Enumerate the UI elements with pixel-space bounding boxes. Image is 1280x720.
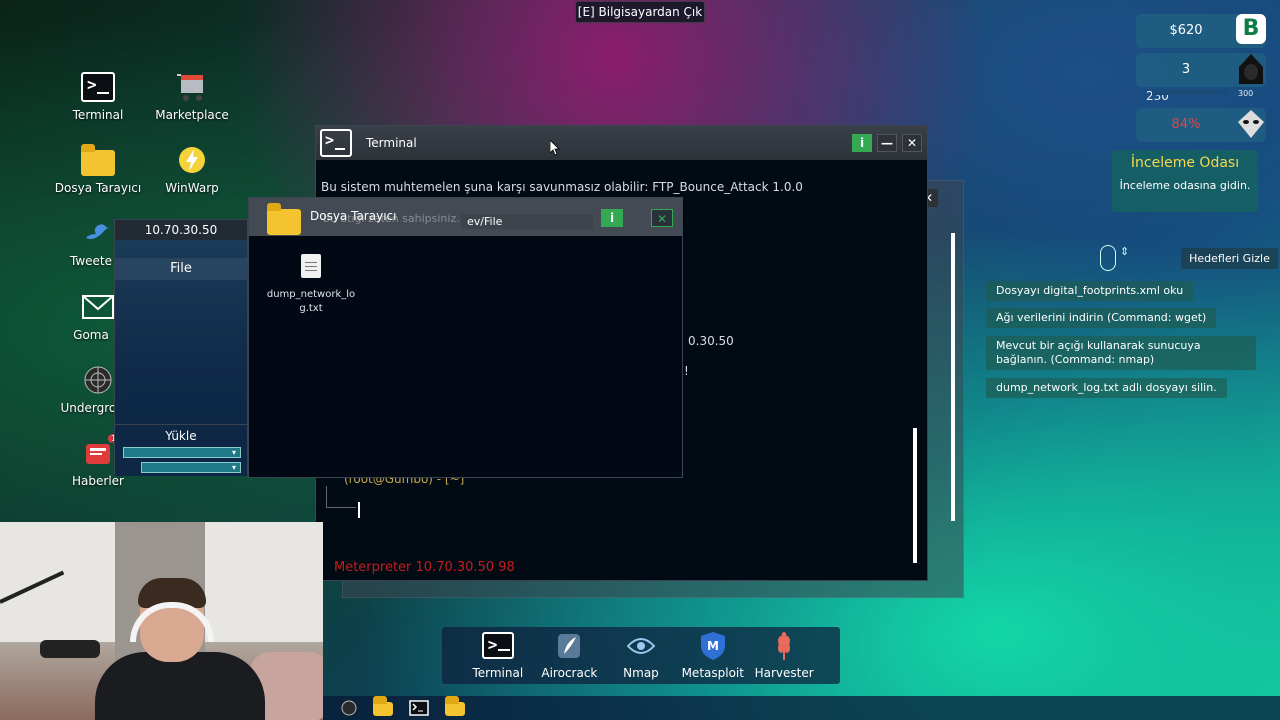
dock-item-harvester[interactable]: Harvester [753, 631, 815, 680]
dock-item-nmap[interactable]: Nmap [610, 632, 672, 680]
xp-max-label: 300 [1238, 89, 1254, 98]
webcam-overlay [0, 522, 323, 720]
terminal-icon[interactable] [409, 700, 429, 716]
upload-panel: 10.70.30.50 File Yükle ▾ ▾ [114, 219, 248, 476]
folder-icon[interactable] [373, 696, 393, 716]
web-icon[interactable] [339, 700, 359, 716]
terminal-output-line: 0.30.50 [688, 334, 734, 348]
meterpreter-status: Meterpreter 10.70.30.50 98 [334, 560, 515, 575]
window-title: Terminal [366, 136, 417, 150]
taskbar [323, 696, 1280, 720]
folder-item[interactable]: File [115, 258, 247, 280]
folder-icon[interactable] [445, 696, 465, 716]
feather-icon [552, 632, 586, 660]
file-browser-titlebar[interactable]: bu atığı zaten sahipsiniz. Dosya Tarayıc… [249, 198, 682, 236]
upload-select[interactable]: ▾ [123, 447, 241, 458]
desktop-icon-winwarp[interactable]: WinWarp [147, 143, 237, 195]
dock-label: Terminal [472, 665, 524, 680]
dock-label: Nmap [623, 665, 659, 680]
exit-computer-hint[interactable]: [E] Bilgisayardan Çık [575, 1, 705, 23]
desktop-icon-label: Haberler [72, 474, 124, 488]
svg-text:M: M [707, 639, 719, 653]
level-value: 3 [1181, 62, 1191, 77]
scrollbar[interactable] [913, 428, 917, 563]
document-icon [301, 254, 321, 278]
desktop-icon-terminal[interactable]: Terminal [53, 70, 143, 122]
dock-label: Metasploit [681, 665, 744, 680]
shield-m-icon: M [696, 631, 730, 660]
room-subtitle: İnceleme odasına gidin. [1119, 179, 1251, 192]
desktop-icon-marketplace[interactable]: Marketplace [147, 70, 237, 122]
brand-badge: B [1236, 14, 1266, 44]
file-item[interactable]: dump_network_log.txt [266, 254, 356, 316]
target-ip: 10.70.30.50 [115, 220, 247, 240]
wheat-icon [767, 631, 801, 660]
upload-button[interactable]: Yükle [115, 429, 247, 443]
mouse-icon [1100, 245, 1116, 271]
goal-item: Mevcut bir açığı kullanarak sunucuya bağ… [986, 336, 1256, 370]
news-icon: 11 [80, 434, 125, 470]
streamer [95, 578, 265, 720]
scroll-arrows-icon: ⇕ [1120, 245, 1130, 258]
prompt-tree-line [326, 486, 356, 508]
money-value: $620 [1169, 23, 1203, 38]
eye-icon [624, 632, 658, 660]
upload-select[interactable]: ▾ [141, 462, 241, 473]
goal-item: dump_network_log.txt adlı dosyayı silin. [986, 378, 1227, 398]
dock-item-terminal[interactable]: Terminal [467, 632, 529, 680]
window-title: Dosya Tarayıcı [310, 209, 397, 223]
terminal-icon [320, 129, 352, 157]
dock-label: Harvester [754, 665, 814, 680]
web-icon [80, 363, 116, 397]
desktop-icon-label: Marketplace [155, 108, 229, 122]
mouse-pointer-icon [550, 140, 560, 156]
file-browser-window[interactable]: bu atığı zaten sahipsiniz. Dosya Tarayıc… [248, 197, 683, 478]
desktop-icon-file-browser[interactable]: Dosya Tarayıcı [53, 143, 143, 195]
dock-label: Airocrack [541, 665, 598, 680]
desktop-icon-label: WinWarp [165, 181, 219, 195]
hide-goals-button[interactable]: Hedefleri Gizle [1181, 248, 1278, 269]
goal-item: Ağı verilerini indirin (Command: wget) [986, 308, 1217, 328]
file-name: dump_network_log.txt [266, 289, 356, 314]
folder-icon [80, 143, 116, 177]
minimize-button[interactable]: — [877, 134, 897, 152]
goal-item: Dosyayı digital_footprints.xml oku [986, 281, 1194, 301]
info-button[interactable]: i [601, 209, 623, 227]
scrollbar[interactable] [951, 233, 955, 521]
lightning-icon [174, 143, 210, 177]
dock-item-metasploit[interactable]: M Metasploit [681, 631, 744, 680]
terminal-icon [80, 70, 116, 104]
terminal-cursor[interactable] [358, 502, 360, 518]
upload-section: Yükle ▾ ▾ [115, 424, 247, 476]
desktop-icon-label: Terminal [72, 108, 124, 122]
room-card[interactable]: İnceleme Odası İnceleme odasına gidin. [1112, 150, 1258, 212]
terminal-output-line: Bu sistem muhtemelen şuna karşı savunmas… [321, 180, 803, 194]
bird-icon [80, 216, 116, 250]
desktop-icon-label: Dosya Tarayıcı [54, 181, 142, 195]
info-button[interactable]: i [852, 134, 872, 152]
anonymous-mask-icon [1238, 110, 1264, 138]
percent-value: 84% [1171, 117, 1201, 132]
hacker-icon [1239, 54, 1263, 84]
path-field[interactable]: ev/File [461, 214, 593, 229]
terminal-icon [481, 632, 515, 660]
app-dock: Terminal Airocrack Nmap M Metasploit Har… [442, 627, 840, 684]
mail-icon [80, 290, 116, 324]
xp-fill [1152, 90, 1228, 95]
close-button[interactable]: ✕ [902, 134, 922, 152]
terminal-titlebar[interactable]: Terminal i — ✕ [316, 126, 927, 160]
folder-icon [267, 203, 301, 235]
room-title: İnceleme Odası [1130, 155, 1240, 171]
terminal-output-line: ! [684, 364, 689, 378]
dock-item-airocrack[interactable]: Airocrack [538, 632, 600, 680]
cart-icon [174, 70, 210, 104]
xp-bar [1152, 90, 1228, 95]
close-button[interactable]: ✕ [651, 209, 673, 227]
